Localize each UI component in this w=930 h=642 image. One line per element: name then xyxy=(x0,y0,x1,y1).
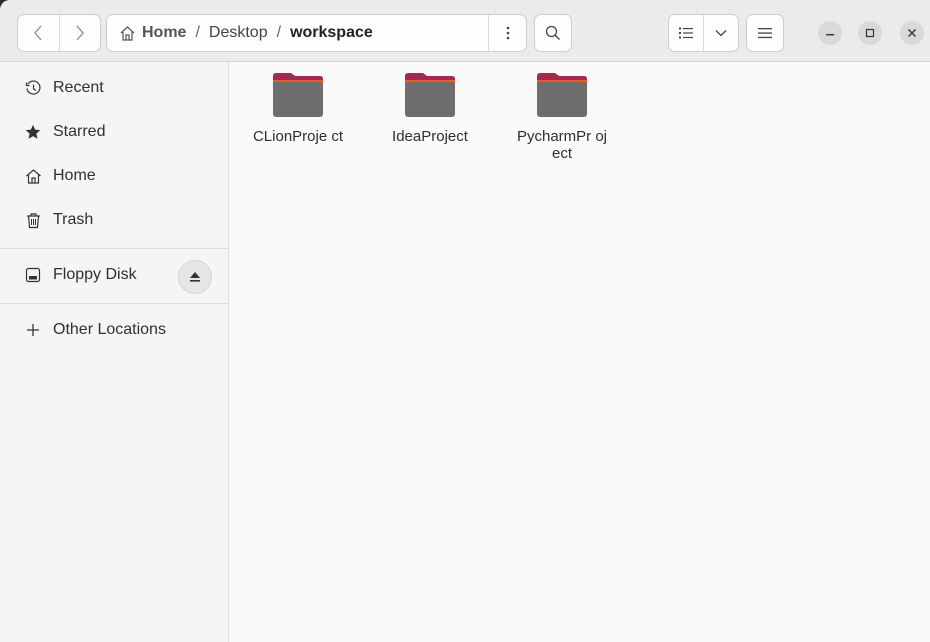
file-view: CLionProje ct IdeaProject PycharmPr ojec… xyxy=(229,62,930,642)
folder-item[interactable]: PycharmPr oject xyxy=(503,72,621,162)
breadcrumb-workspace[interactable]: workspace xyxy=(290,24,373,42)
minimize-icon xyxy=(826,34,834,36)
search-button[interactable] xyxy=(534,14,572,52)
minimize-button[interactable] xyxy=(818,21,842,45)
chevron-left-icon xyxy=(34,25,42,41)
vertical-ellipsis-icon xyxy=(506,26,509,40)
folder-name: IdeaProject xyxy=(392,128,468,145)
folder-item[interactable]: IdeaProject xyxy=(371,72,489,145)
forward-button[interactable] xyxy=(58,15,101,51)
sidebar-divider xyxy=(0,248,228,249)
view-options-button[interactable] xyxy=(703,15,738,51)
breadcrumb-separator: / xyxy=(195,24,200,41)
sidebar-item-trash[interactable]: Trash xyxy=(0,198,228,242)
file-manager-window: Home / Desktop / workspace Recent Starre… xyxy=(0,0,930,642)
folder-icon xyxy=(403,72,457,118)
breadcrumb-separator: / xyxy=(276,24,282,41)
clock-icon xyxy=(24,79,42,97)
chevron-right-icon xyxy=(76,25,84,41)
star-icon xyxy=(24,123,42,141)
sidebar-divider xyxy=(0,303,228,304)
folder-icon xyxy=(535,72,589,118)
trash-icon xyxy=(24,211,42,229)
sidebar: Recent Starred Home Trash Floppy Disk Ot… xyxy=(0,62,229,642)
sidebar-item-label: Other Locations xyxy=(53,321,166,338)
sidebar-item-label: Home xyxy=(53,167,96,184)
navigation-buttons xyxy=(17,14,101,52)
sidebar-item-starred[interactable]: Starred xyxy=(0,110,228,154)
sidebar-item-label: Starred xyxy=(53,123,106,140)
sidebar-item-label: Floppy Disk xyxy=(53,266,137,283)
list-view-icon xyxy=(679,27,693,39)
folder-name: CLionProje ct xyxy=(252,128,344,145)
breadcrumb-home-label: Home xyxy=(142,24,187,41)
breadcrumb-home[interactable]: Home xyxy=(119,24,186,42)
folder-name: PycharmPr oject xyxy=(516,128,608,162)
eject-button[interactable] xyxy=(178,260,212,294)
plus-icon xyxy=(24,321,42,339)
sidebar-item-label: Recent xyxy=(53,79,104,96)
path-bar: Home / Desktop / workspace xyxy=(106,14,527,52)
view-toggle-group xyxy=(668,14,739,52)
path-menu-button[interactable] xyxy=(488,15,526,51)
sidebar-item-recent[interactable]: Recent xyxy=(0,66,228,110)
sidebar-item-label: Trash xyxy=(53,211,94,228)
breadcrumb-desktop[interactable]: Desktop xyxy=(209,24,268,42)
hamburger-menu-icon xyxy=(758,28,772,39)
home-icon xyxy=(24,167,42,185)
close-icon xyxy=(908,29,916,37)
folder-item[interactable]: CLionProje ct xyxy=(239,72,357,145)
breadcrumb: Home / Desktop / workspace xyxy=(107,15,488,51)
chevron-down-icon xyxy=(715,30,727,37)
list-view-button[interactable] xyxy=(669,15,703,51)
home-icon xyxy=(120,25,135,41)
sidebar-item-home[interactable]: Home xyxy=(0,154,228,198)
back-button[interactable] xyxy=(18,15,59,51)
close-button[interactable] xyxy=(900,21,924,45)
sidebar-item-other-locations[interactable]: Other Locations xyxy=(0,308,228,352)
header-bar: Home / Desktop / workspace xyxy=(0,0,930,62)
eject-icon xyxy=(190,272,200,282)
maximize-button[interactable] xyxy=(858,21,882,45)
maximize-icon xyxy=(865,28,875,38)
folder-icon xyxy=(271,72,325,118)
search-icon xyxy=(545,25,560,40)
floppy-disk-icon xyxy=(24,266,42,284)
main-menu-button[interactable] xyxy=(746,14,784,52)
